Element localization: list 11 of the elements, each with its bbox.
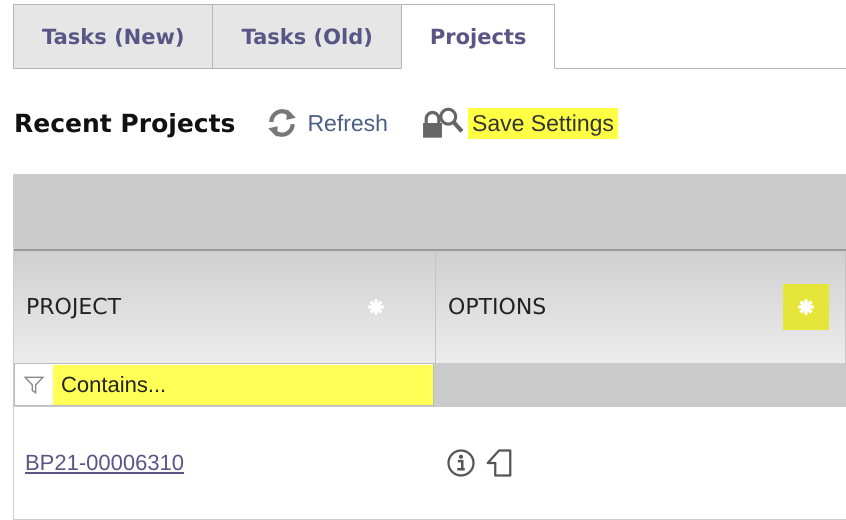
info-icon[interactable]	[446, 448, 476, 478]
lock-magnifier-icon	[422, 106, 464, 140]
project-link[interactable]: BP21-00006310	[25, 450, 184, 475]
tab[interactable]: Tasks (New)	[13, 4, 212, 69]
section-heading: Recent Projects	[14, 108, 236, 138]
tab[interactable]: Projects	[400, 4, 556, 69]
note-icon[interactable]	[484, 448, 514, 478]
column-header[interactable]: OPTIONS	[436, 251, 846, 363]
refresh-button[interactable]: Refresh	[265, 106, 392, 140]
tab[interactable]: Tasks (Old)	[212, 4, 401, 69]
column-header[interactable]: PROJECT	[14, 251, 436, 363]
